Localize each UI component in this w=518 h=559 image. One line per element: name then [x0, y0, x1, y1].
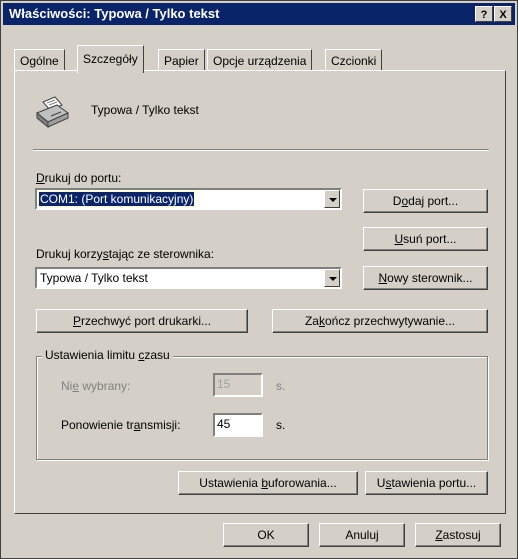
remove-port-button[interactable]: Usuń port...	[363, 227, 488, 251]
retry-unit: s.	[276, 418, 286, 432]
not-selected-unit: s.	[276, 379, 286, 393]
timeout-groupbox	[36, 356, 488, 460]
apply-button[interactable]: Zastosuj	[415, 523, 501, 547]
end-capture-button[interactable]: Zakończ przechwytywanie...	[272, 309, 488, 333]
driver-selected-value: Typowa / Tylko tekst	[40, 271, 148, 285]
tab-label: Szczegóły	[83, 52, 138, 66]
not-selected-label: Nie wybrany:	[61, 379, 131, 393]
cancel-button[interactable]: Anuluj	[319, 523, 405, 547]
tab-label: Papier	[164, 54, 199, 68]
chevron-down-icon[interactable]	[324, 269, 340, 287]
retry-label: Ponowienie transmisji:	[61, 418, 181, 432]
port-settings-button[interactable]: Ustawienia portu...	[365, 471, 488, 495]
tab-paper[interactable]: Papier	[158, 49, 205, 71]
driver-label: Drukuj korzystając ze sterownika:	[36, 247, 215, 261]
help-button[interactable]: ?	[475, 6, 493, 22]
tab-details[interactable]: Szczegóły	[77, 45, 144, 73]
spool-settings-button[interactable]: Ustawienia buforowania...	[178, 471, 358, 495]
driver-dropdown[interactable]: Typowa / Tylko tekst	[35, 267, 342, 289]
port-label: Drukuj do portu:	[36, 171, 122, 185]
chevron-down-icon[interactable]	[324, 190, 340, 208]
details-panel: Typowa / Tylko tekst Drukuj do portu: CO…	[14, 70, 506, 514]
printer-icon	[35, 96, 71, 133]
tab-label: Ogólne	[20, 54, 59, 68]
tab-label: Czcionki	[331, 54, 377, 68]
capture-port-button[interactable]: Przechwyć port drukarki...	[36, 309, 248, 333]
ok-button[interactable]: OK	[223, 523, 309, 547]
tab-device-options[interactable]: Opcje urządzenia	[207, 49, 313, 71]
tab-label: Opcje urządzenia	[213, 54, 307, 68]
printer-name: Typowa / Tylko tekst	[91, 103, 199, 117]
title-bar: Właściwości: Typowa / Tylko tekst ? X	[3, 3, 515, 25]
tab-general[interactable]: Ogólne	[14, 49, 65, 71]
not-selected-field: 15	[213, 373, 263, 397]
port-selected-value: COM1: (Port komunikacyjny)	[37, 191, 196, 207]
retry-field[interactable]: 45	[213, 413, 263, 437]
new-driver-button[interactable]: Nowy sterownik...	[363, 266, 488, 290]
add-port-button[interactable]: Dodaj port...	[363, 189, 488, 213]
close-button[interactable]: X	[494, 6, 512, 22]
port-dropdown[interactable]: COM1: (Port komunikacyjny)	[35, 188, 342, 210]
window-title: Właściwości: Typowa / Tylko tekst	[9, 6, 220, 21]
tab-fonts[interactable]: Czcionki	[325, 49, 383, 71]
properties-dialog: Właściwości: Typowa / Tylko tekst ? X Og…	[0, 0, 518, 559]
timeout-group-label: Ustawienia limitu czasu	[42, 348, 173, 362]
divider	[33, 149, 489, 151]
